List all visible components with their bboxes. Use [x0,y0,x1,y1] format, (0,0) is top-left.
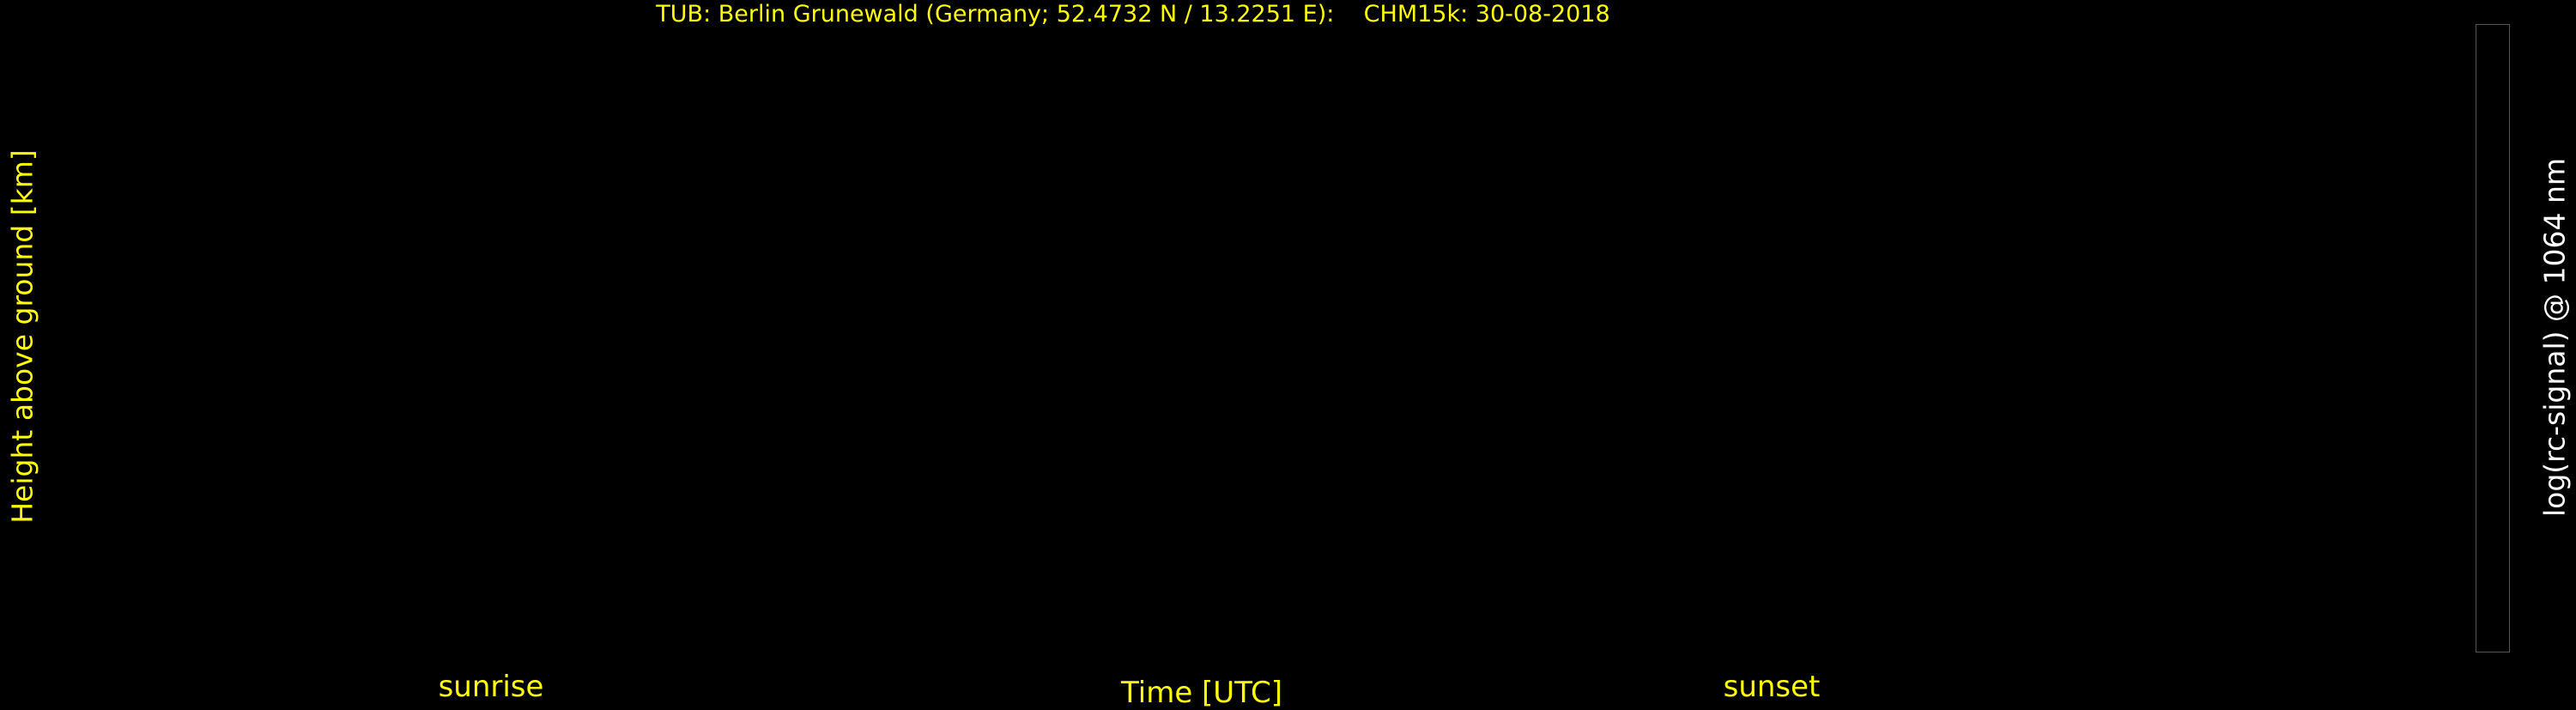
y-axis-label: Height above ground [km] [9,149,37,524]
colorbar-label: log(rc-signal) @ 1064 nm [2541,158,2569,517]
sunrise-label: sunrise [439,672,544,701]
ceilometer-heatmap-canvas [69,19,2335,654]
x-axis-label: Time [UTC] [1121,678,1282,707]
colorbar [2476,24,2510,652]
sunset-label: sunset [1724,672,1821,701]
plot-area [69,19,2335,654]
